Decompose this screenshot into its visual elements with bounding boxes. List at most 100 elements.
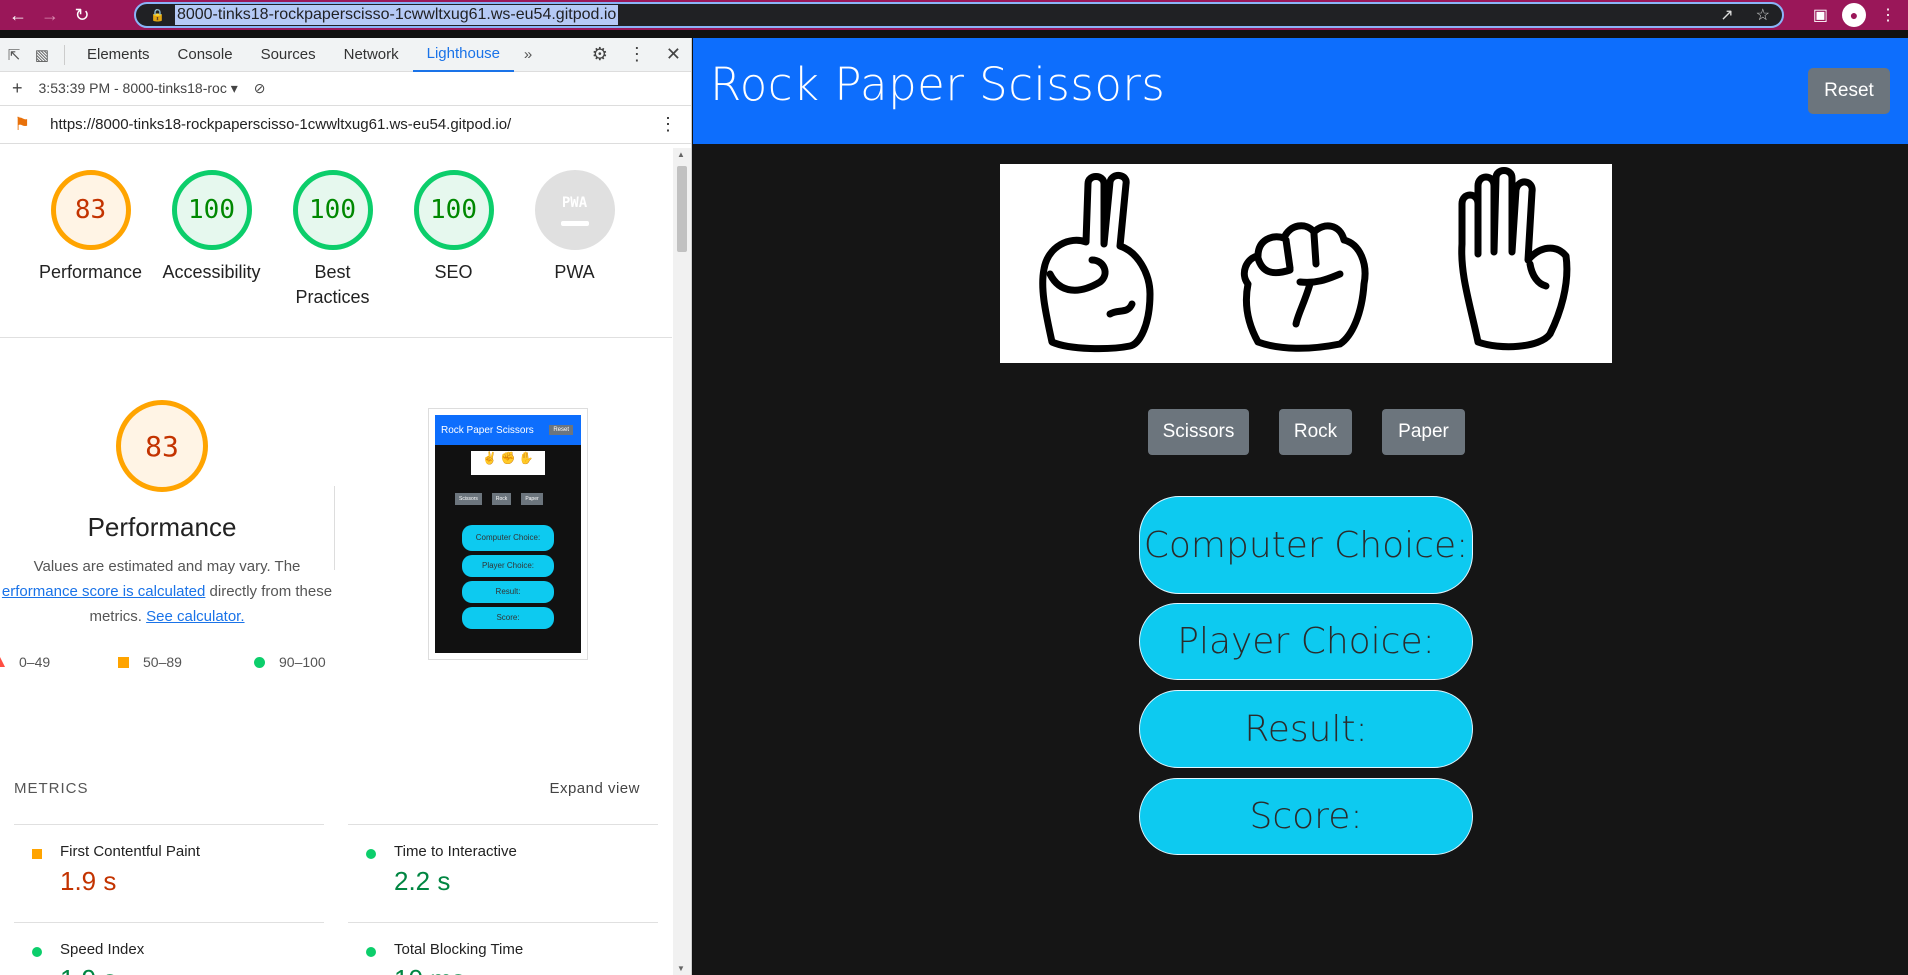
desc-text: Values are estimated and may vary. The <box>33 558 301 575</box>
reset-button[interactable]: Reset <box>1808 68 1890 114</box>
metric-time-to-interactive: Time to Interactive 2.2 s <box>348 824 658 922</box>
gauge-ring: 83 <box>50 170 131 250</box>
hands-image <box>1000 164 1612 363</box>
performance-title: Performance <box>87 512 237 542</box>
see-calculator-link[interactable]: See calculator. <box>146 608 244 625</box>
scroll-down-icon[interactable]: ▼ <box>677 964 685 973</box>
tab-sources[interactable]: Sources <box>247 38 330 72</box>
thumbnail-image: Rock Paper Scissors Reset ✌ ✊ ✋ Scissors… <box>435 415 581 653</box>
back-icon[interactable]: ← <box>4 1 32 29</box>
scroll-up-icon[interactable]: ▲ <box>677 150 685 159</box>
report-scrollbar[interactable]: ▲ ▼ <box>673 148 691 975</box>
average-square-icon <box>32 849 42 859</box>
score-calculated-link[interactable]: erformance score is calculated <box>2 583 205 600</box>
thumbnail-pill: Score: <box>462 607 554 629</box>
metric-value: 10 ms <box>394 964 658 975</box>
thumbnail-pill: Computer Choice: <box>462 525 554 551</box>
game-page: Rock Paper Scissors Reset Scissors Rock … <box>693 38 1908 975</box>
gauge-label: Accessibility <box>162 262 261 282</box>
gauge-seo[interactable]: 100 SEO <box>393 170 514 337</box>
more-tabs-icon[interactable]: » <box>514 46 542 63</box>
performance-score-ring: 83 <box>116 400 208 492</box>
tab-elements[interactable]: Elements <box>73 38 164 72</box>
metric-total-blocking-time: Total Blocking Time 10 ms <box>348 922 658 975</box>
desc-text: directly from these <box>205 583 333 600</box>
devtools-tab-bar: ⇱ ▧ Elements Console Sources Network Lig… <box>0 38 691 72</box>
page-header: Rock Paper Scissors Reset <box>693 38 1908 144</box>
add-report-icon[interactable]: + <box>12 78 23 99</box>
gauge-pwa[interactable]: PWA PWA <box>514 170 635 337</box>
divider <box>334 486 335 570</box>
gauge-label: PWA <box>554 262 595 282</box>
close-icon[interactable]: ✕ <box>666 44 681 65</box>
settings-gear-icon[interactable]: ⚙ <box>592 44 608 65</box>
paper-button[interactable]: Paper <box>1382 409 1465 455</box>
gauge-label: SEO <box>434 262 473 282</box>
tab-lighthouse[interactable]: Lighthouse <box>412 38 515 72</box>
metric-value: 1.9 s <box>60 866 117 896</box>
final-screenshot-thumbnail[interactable]: Rock Paper Scissors Reset ✌ ✊ ✋ Scissors… <box>428 408 588 660</box>
bookmark-star-icon[interactable]: ☆ <box>1756 5 1770 25</box>
side-panel-icon[interactable]: ▣ <box>1813 5 1828 25</box>
devtools-panel: ⇱ ▧ Elements Console Sources Network Lig… <box>0 38 692 975</box>
thumbnail-reset: Reset <box>549 425 573 435</box>
pass-circle-icon <box>366 849 376 859</box>
pwa-dash <box>560 220 589 226</box>
address-url[interactable]: 8000-tinks18-rockpaperscisso-1cwwltxug61… <box>174 5 619 25</box>
legend-fail: 0–49 <box>19 654 51 670</box>
lighthouse-toolbar: + 3:53:39 PM - 8000-tinks18-roc ▾ ⊘ <box>0 72 691 106</box>
menu-icon[interactable]: ⋮ <box>1880 5 1896 25</box>
report-selector[interactable]: 3:53:39 PM - 8000-tinks18-roc ▾ <box>39 80 238 97</box>
scissors-button[interactable]: Scissors <box>1148 409 1249 455</box>
pass-circle-icon <box>366 947 376 957</box>
thumbnail-button: Rock <box>491 493 512 505</box>
thumbnail-buttons: Scissors Rock Paper <box>455 493 543 505</box>
pass-circle-icon <box>254 656 265 668</box>
report-menu-icon[interactable]: ⋮ <box>659 114 677 135</box>
player-choice-display: Player Choice: <box>1139 603 1473 680</box>
fail-triangle-icon <box>0 657 5 667</box>
page-title: Rock Paper Scissors <box>710 58 1166 111</box>
metric-value: 2.2 s <box>394 866 451 896</box>
inspect-icon[interactable]: ⇱ <box>0 46 28 64</box>
metric-name: First Contentful Paint <box>60 843 201 860</box>
score-legend: 0–49 50–89 90–100 <box>0 654 326 670</box>
pwa-badge-text: PWA <box>561 194 588 211</box>
pass-circle-icon <box>32 947 42 957</box>
desc-text: metrics. <box>89 608 147 625</box>
profile-avatar[interactable]: ● <box>1842 3 1866 27</box>
gauge-performance[interactable]: 83 Performance <box>30 170 151 337</box>
gauge-ring: 100 <box>292 170 373 250</box>
score-display: Score: <box>1139 778 1473 855</box>
thumbnail-button: Scissors <box>455 493 482 505</box>
expand-view-toggle[interactable]: Expand view <box>549 780 640 797</box>
gauge-best-practices[interactable]: 100 Best Practices <box>272 170 393 337</box>
forward-icon[interactable]: → <box>36 1 64 29</box>
tab-console[interactable]: Console <box>164 38 247 72</box>
thumbnail-button: Paper <box>521 493 543 505</box>
tab-network[interactable]: Network <box>330 38 413 72</box>
share-icon[interactable]: ↗ <box>1720 5 1733 25</box>
legend-average: 50–89 <box>143 654 182 670</box>
rock-button[interactable]: Rock <box>1279 409 1352 455</box>
kebab-menu-icon[interactable]: ⋮ <box>628 44 646 65</box>
computer-choice-display: Computer Choice: <box>1139 496 1473 594</box>
thumbnail-hands-icon: ✌ ✊ ✋ <box>471 451 545 475</box>
lighthouse-icon: ⚑ <box>14 114 31 134</box>
address-bar[interactable]: 🔒 8000-tinks18-rockpaperscisso-1cwwltxug… <box>134 2 1784 28</box>
pwa-badge-icon: PWA <box>534 170 615 250</box>
score-gauges: 83 Performance 100 Accessibility 100 Bes… <box>0 148 672 338</box>
metrics-title: METRICS <box>14 780 89 797</box>
gauge-accessibility[interactable]: 100 Accessibility <box>151 170 272 337</box>
reload-icon[interactable]: ↻ <box>68 1 96 29</box>
gauge-label: Best Practices <box>295 262 370 307</box>
metric-name: Total Blocking Time <box>394 941 524 958</box>
device-toggle-icon[interactable]: ▧ <box>28 46 56 64</box>
clear-icon[interactable]: ⊘ <box>254 80 266 97</box>
performance-section: 83 Performance Values are estimated and … <box>0 338 672 738</box>
thumbnail-header: Rock Paper Scissors Reset <box>435 415 581 445</box>
thumbnail-pill: Player Choice: <box>462 555 554 577</box>
rock-fist-icon <box>1240 222 1369 352</box>
performance-description: Values are estimated and may vary. The e… <box>0 554 334 629</box>
scrollbar-thumb[interactable] <box>677 166 687 252</box>
